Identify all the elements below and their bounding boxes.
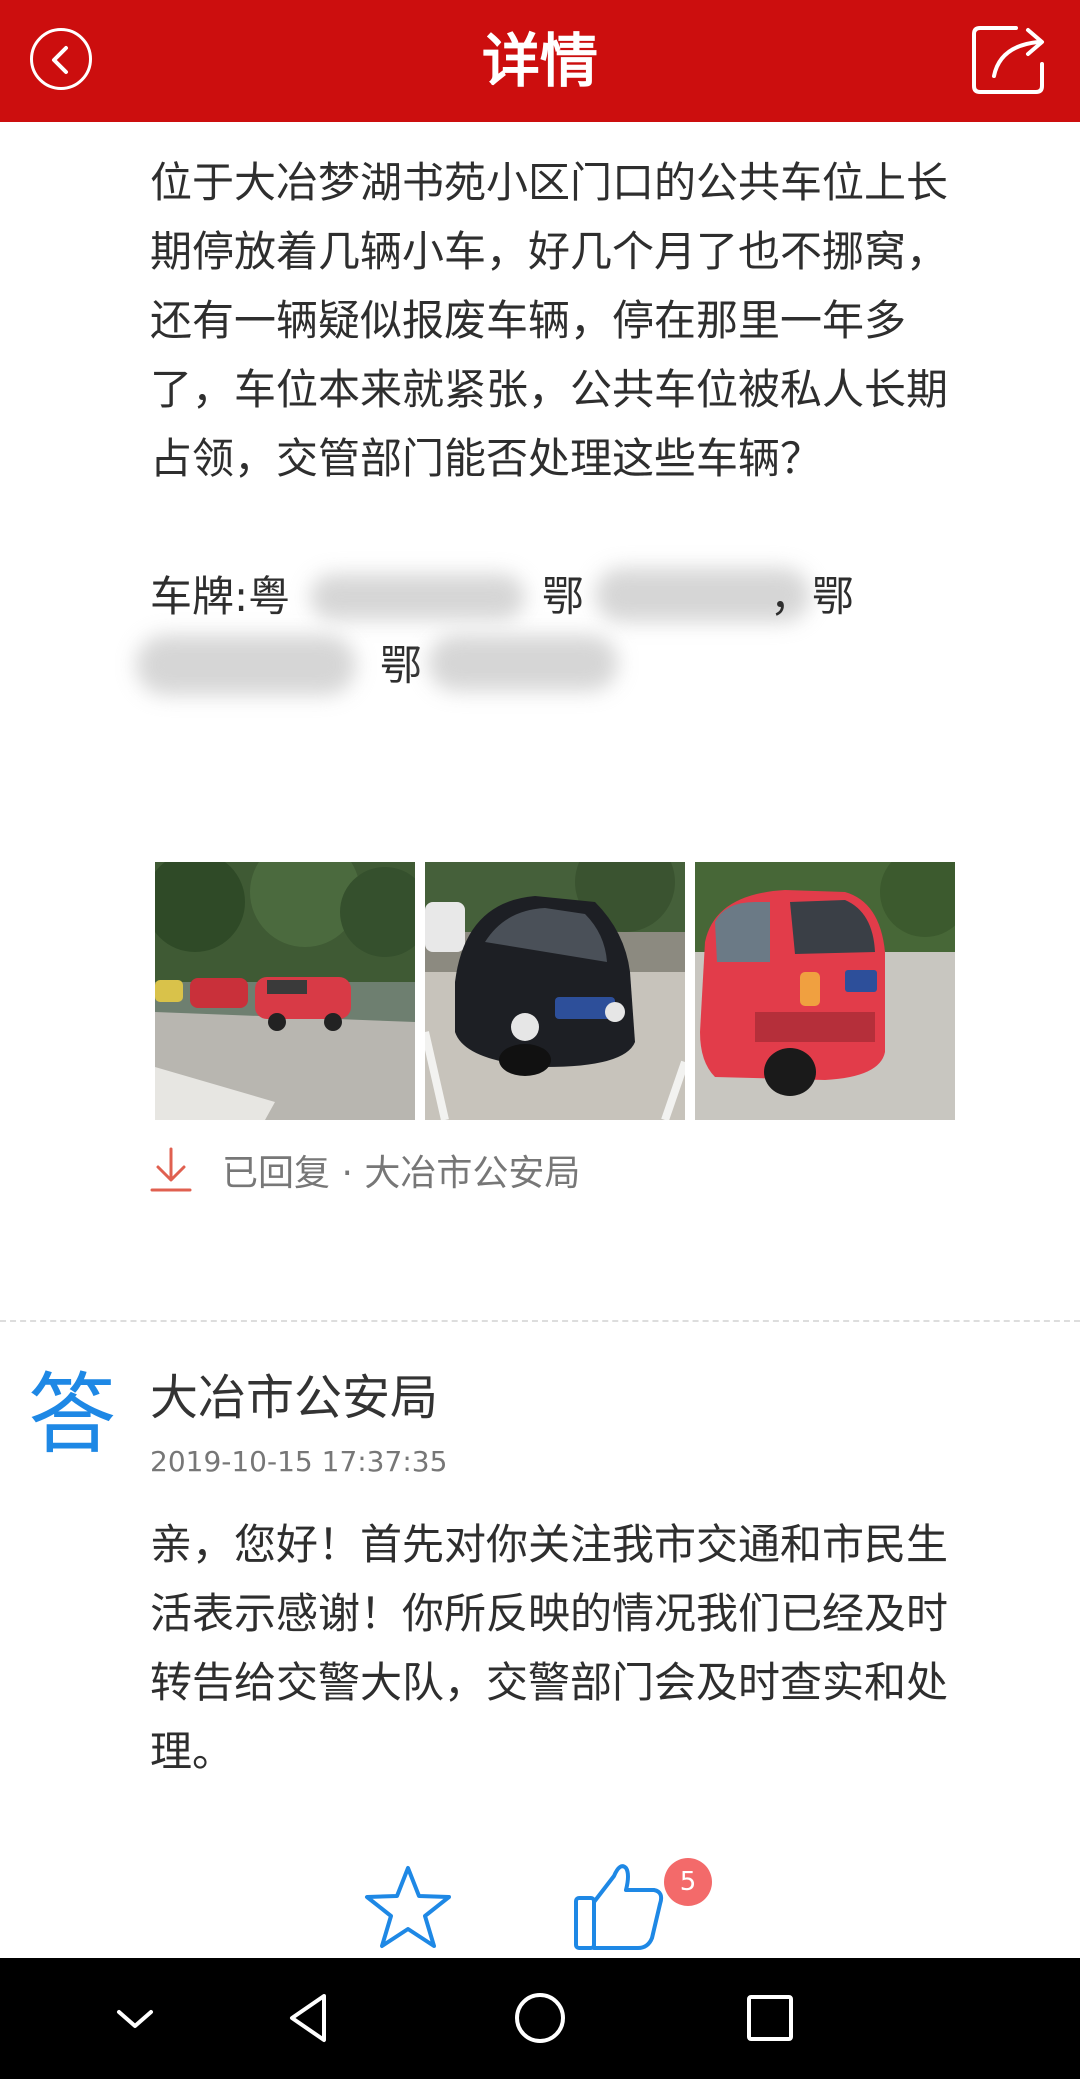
plate-list: 车牌:粤 鄂 ，鄂 鄂 <box>136 562 980 700</box>
action-bar: 5 <box>0 1840 1080 1958</box>
photo-black-sedan[interactable] <box>425 862 685 1120</box>
blurred-plate-3 <box>136 635 356 695</box>
photo-parked-cars-row[interactable] <box>155 862 415 1120</box>
photo-red-hatchback[interactable] <box>695 862 955 1120</box>
star-icon <box>365 1866 451 1948</box>
recents-square-icon <box>747 1995 793 2041</box>
plate-row-2: 鄂 <box>136 631 980 700</box>
download-arrow-icon <box>150 1147 192 1192</box>
like-button[interactable] <box>570 1854 670 1954</box>
home-circle-icon <box>515 1993 565 2043</box>
app-header: 详情 <box>0 0 1080 122</box>
plates-label: 车牌:粤 <box>150 572 291 621</box>
nav-home-button[interactable] <box>510 1988 570 2048</box>
share-button[interactable] <box>968 18 1058 98</box>
blurred-plate-4 <box>428 635 618 691</box>
plate-2-prefix: 鄂 <box>542 572 585 621</box>
back-triangle-icon <box>290 1994 326 2042</box>
answer-mark: 答 <box>28 1363 117 1466</box>
answer-timestamp: 2019-10-15 17:37:35 <box>150 1445 448 1478</box>
blurred-plate-1 <box>310 574 525 620</box>
reply-status: 已回复 · 大冶市公安局 <box>150 1140 580 1200</box>
plate-row-1: 车牌:粤 鄂 ，鄂 <box>150 562 980 631</box>
plate-3-prefix: ，鄂 <box>770 572 855 621</box>
thumbs-up-icon <box>574 1864 664 1950</box>
nav-back-button[interactable] <box>280 1988 340 2048</box>
section-divider <box>0 1320 1080 1322</box>
system-nav-bar <box>0 1958 1080 2079</box>
answer-author: 大冶市公安局 <box>150 1370 439 1426</box>
plate-4-prefix: 鄂 <box>380 641 423 690</box>
share-icon <box>972 26 1044 94</box>
reply-status-text: 已回复 · 大冶市公安局 <box>222 1153 581 1194</box>
answer-text: 亲，您好！首先对你关注我市交通和市民生活表示感谢！你所反映的情况我们已经及时转告… <box>150 1520 949 1776</box>
nav-recents-button[interactable] <box>740 1988 800 2048</box>
like-count-badge: 5 <box>664 1858 712 1906</box>
page-title: 详情 <box>481 27 598 95</box>
chevron-down-icon <box>117 2010 153 2028</box>
favorite-button[interactable] <box>362 1862 454 1954</box>
photo-gallery <box>155 862 955 1122</box>
question-text: 位于大冶梦湖书苑小区门口的公共车位上长期停放着几辆小车，好几个月了也不挪窝，还有… <box>150 158 949 483</box>
nav-hide-button[interactable] <box>105 1988 165 2048</box>
